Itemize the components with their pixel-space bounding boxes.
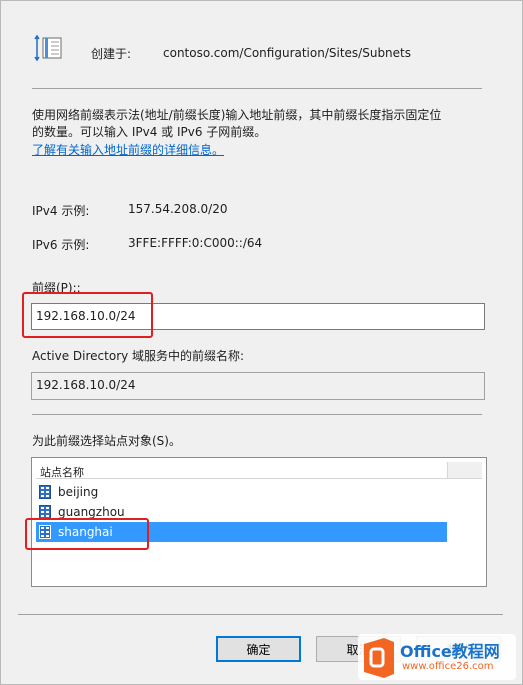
ipv6-example-label: IPv6 示例:	[32, 238, 90, 252]
subnet-book-icon	[33, 32, 65, 64]
site-icon	[39, 505, 51, 519]
description-text: 使用网络前缀表示法(地址/前缀长度)输入地址前缀，其中前缀长度指示固定位的数量。…	[32, 108, 442, 139]
header-separator	[32, 88, 482, 89]
created-in-path: contoso.com/Configuration/Sites/Subnets	[163, 46, 412, 60]
ipv4-example-label: IPv4 示例:	[32, 204, 90, 218]
ipv6-example-value: 3FFE:FFFF:0:C000::/64	[128, 236, 263, 250]
site-name: guangzhou	[58, 505, 125, 519]
selection-highlight-box	[25, 518, 149, 550]
site-column-header[interactable]: 站点名称	[36, 462, 447, 479]
watermark-logo: Office教程网 www.office26.com	[358, 634, 516, 680]
ad-prefix-label: Active Directory 域服务中的前缀名称:	[32, 349, 245, 363]
site-column-header-label: 站点名称	[40, 466, 84, 479]
ok-button[interactable]: 确定	[216, 636, 301, 662]
learn-more-link[interactable]: 了解有关输入地址前缀的详细信息。	[32, 141, 224, 158]
footer-separator	[18, 614, 503, 615]
site-select-label: 为此前缀选择站点对象(S)。	[32, 434, 181, 448]
ad-prefix-name-field: 192.168.10.0/24	[31, 372, 485, 400]
site-name: beijing	[58, 485, 99, 499]
watermark-brand: Office教程网	[400, 642, 500, 661]
column-header-filler	[447, 462, 482, 479]
mid-separator	[32, 414, 482, 415]
list-item[interactable]: beijing	[36, 482, 416, 502]
prefix-highlight-box	[22, 292, 153, 338]
ipv4-example-value: 157.54.208.0/20	[128, 202, 228, 216]
created-in-label: 创建于:	[91, 47, 132, 61]
watermark-url: www.office26.com	[402, 661, 494, 672]
site-icon	[39, 485, 51, 499]
